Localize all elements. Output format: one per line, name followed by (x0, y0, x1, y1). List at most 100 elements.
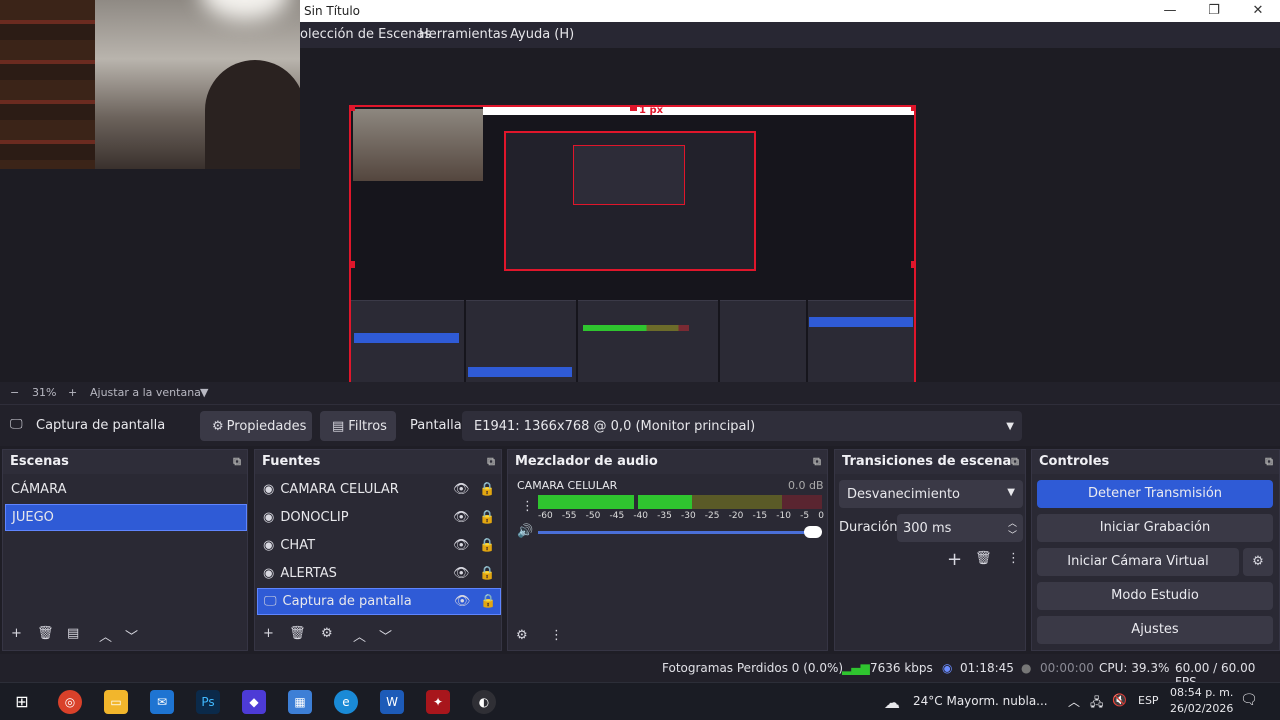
dock-icon[interactable]: ⧉ (813, 455, 821, 469)
add-icon[interactable]: + (11, 626, 22, 641)
filter-icon[interactable]: ▤ (67, 626, 79, 641)
duration-spinbox[interactable]: 300 ms ︿ ﹀ (897, 514, 1023, 542)
move-down-icon[interactable]: ﹀ (125, 626, 138, 645)
language-indicator[interactable]: ESP (1138, 694, 1159, 707)
source-item[interactable]: ◉ CAMARA CELULAR 👁 🔒 (257, 476, 501, 503)
resize-handle[interactable] (351, 107, 355, 111)
meter-tick: -15 (752, 511, 768, 521)
eye-icon[interactable]: 👁 (453, 510, 470, 525)
resize-handle[interactable] (911, 107, 914, 111)
eye-icon[interactable]: 👁 (454, 594, 471, 609)
speaker-icon[interactable]: 🔊 (517, 524, 533, 539)
lock-icon[interactable]: 🔒 (479, 538, 495, 553)
start-recording-button[interactable]: Iniciar Grabación (1037, 514, 1273, 542)
dock-icon[interactable]: ⧉ (1265, 455, 1273, 469)
clock-time[interactable]: 08:54 p. m. (1170, 686, 1233, 699)
scene-item-camara[interactable]: CÁMARA (5, 476, 247, 503)
word-icon[interactable]: W (380, 690, 404, 714)
kebab-menu-icon[interactable]: ⋮ (1007, 551, 1020, 566)
trash-icon[interactable]: 🗑 (289, 626, 306, 641)
move-up-icon[interactable]: ︿ (353, 626, 366, 645)
chevron-up-icon[interactable]: ︿ (1068, 693, 1080, 710)
zoom-dropdown-icon[interactable]: ▼ (200, 386, 208, 399)
spin-down-icon[interactable]: ﹀ (1008, 528, 1017, 541)
transition-select[interactable]: Desvanecimiento ▼ (839, 480, 1023, 508)
lock-icon[interactable]: 🔒 (479, 482, 495, 497)
source-item[interactable]: ◉ ALERTAS 👁 🔒 (257, 560, 501, 587)
fit-window-label[interactable]: Ajustar a la ventana (90, 386, 201, 399)
studio-mode-button[interactable]: Modo Estudio (1037, 582, 1273, 610)
zoom-in-icon[interactable]: + (68, 386, 77, 399)
resize-handle[interactable] (630, 107, 637, 111)
source-item[interactable]: ◉ CHAT 👁 🔒 (257, 532, 501, 559)
clock-date[interactable]: 26/02/2026 (1170, 702, 1233, 715)
lock-icon[interactable]: 🔒 (479, 510, 495, 525)
add-icon[interactable]: + (947, 549, 962, 570)
nested-transitions-panel (720, 300, 806, 392)
gear-icon[interactable]: ⚙ (321, 626, 333, 641)
eye-icon[interactable]: 👁 (453, 482, 470, 497)
screen-label: Pantalla (410, 418, 462, 433)
move-down-icon[interactable]: ﹀ (379, 626, 392, 645)
menu-help[interactable]: Ayuda (H) (510, 27, 574, 42)
preview-canvas[interactable]: 1 px (349, 105, 916, 423)
add-icon[interactable]: + (263, 626, 274, 641)
menu-scene-collection[interactable]: olección de Escenas (300, 27, 431, 42)
kebab-menu-icon[interactable]: ⋮ (521, 499, 534, 514)
settings-button[interactable]: Ajustes (1037, 616, 1273, 644)
kebab-menu-icon[interactable]: ⋮ (550, 628, 563, 643)
chevron-down-icon: ▼ (1007, 487, 1015, 498)
source-item[interactable]: ◉ DONOCLIP 👁 🔒 (257, 504, 501, 531)
mail-icon[interactable]: ✉ (150, 690, 174, 714)
windows-start-icon[interactable]: ⊞ (10, 690, 34, 714)
advanced-audio-icon[interactable]: ⚙ (516, 628, 528, 643)
dock-icon[interactable]: ⧉ (487, 455, 495, 469)
volume-slider-handle[interactable] (804, 526, 822, 538)
source-item-selected[interactable]: 🖵 Captura de pantalla 👁 🔒 (257, 588, 501, 615)
move-up-icon[interactable]: ︿ (99, 626, 112, 645)
stop-stream-button[interactable]: Detener Transmisión (1037, 480, 1273, 508)
source-item-label: CHAT (280, 538, 316, 553)
eye-icon[interactable]: 👁 (453, 538, 470, 553)
scene-item-juego[interactable]: JUEGO (5, 504, 247, 531)
lock-icon[interactable]: 🔒 (480, 594, 496, 609)
dock-icon[interactable]: ⧉ (1011, 455, 1019, 469)
volume-slider[interactable] (538, 531, 818, 534)
weather-text[interactable]: 24°C Mayorm. nubla... (913, 694, 1048, 708)
start-virtual-camera-button[interactable]: Iniciar Cámara Virtual (1037, 548, 1239, 576)
edge-icon[interactable]: e (334, 690, 358, 714)
properties-button[interactable]: ⚙ Propiedades (200, 411, 312, 441)
store-icon[interactable]: ▦ (288, 690, 312, 714)
maximize-button[interactable]: ❐ (1192, 0, 1236, 22)
network-icon[interactable]: 🖧 (1090, 693, 1103, 714)
lock-icon[interactable]: 🔒 (479, 566, 495, 581)
menu-tools[interactable]: Herramientas (419, 27, 508, 42)
trash-icon[interactable]: 🗑 (37, 626, 54, 641)
game-icon[interactable]: ✦ (426, 690, 450, 714)
dock-icon[interactable]: ⧉ (233, 455, 241, 469)
filters-button[interactable]: ▤ Filtros (320, 411, 396, 441)
mute-icon[interactable]: 🔇 (1112, 693, 1127, 707)
notification-icon[interactable]: 🗨 (1240, 692, 1258, 708)
trash-icon[interactable]: 🗑 (975, 551, 992, 566)
app-icon[interactable]: ◆ (242, 690, 266, 714)
nested-mixer-panel (578, 300, 718, 392)
meter-tick: -30 (680, 511, 696, 521)
resize-handle[interactable] (911, 261, 914, 268)
file-explorer-icon[interactable]: ▭ (104, 690, 128, 714)
close-button[interactable]: ✕ (1236, 0, 1280, 22)
scenes-title: Escenas (10, 454, 69, 469)
obs-icon[interactable]: ◐ (472, 690, 496, 714)
screen-select[interactable]: E1941: 1366x768 @ 0,0 (Monitor principal… (462, 411, 1022, 441)
eye-icon[interactable]: 👁 (453, 566, 470, 581)
chrome-icon[interactable]: ◎ (58, 690, 82, 714)
scenes-panel: Escenas ⧉ CÁMARA JUEGO + 🗑 ▤ ︿ ﹀ (2, 449, 248, 651)
minimize-button[interactable]: — (1148, 0, 1192, 22)
virtual-camera-settings-button[interactable]: ⚙ (1243, 548, 1273, 576)
size-indicator-label: 1 px (639, 105, 664, 116)
resize-handle[interactable] (351, 261, 355, 268)
photoshop-icon[interactable]: Ps (196, 690, 220, 714)
nested-meter (583, 325, 689, 331)
meter-tick: -20 (728, 511, 744, 521)
zoom-out-icon[interactable]: − (10, 386, 19, 399)
